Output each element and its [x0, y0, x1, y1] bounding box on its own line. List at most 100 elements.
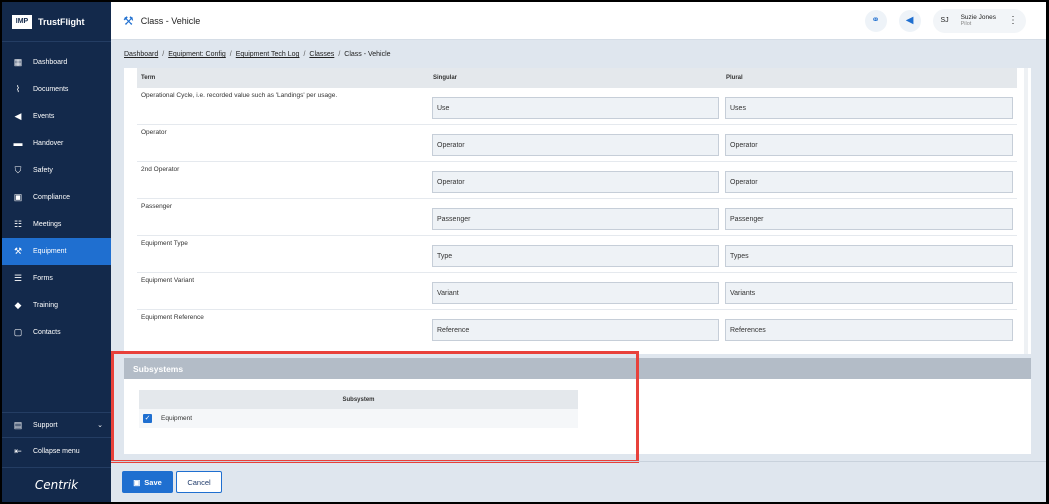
breadcrumb-separator: /	[162, 51, 165, 58]
chevron-down-icon: ⌄	[97, 422, 103, 429]
shield-icon: ⛉	[14, 165, 22, 175]
breadcrumb-classes[interactable]: Classes	[309, 51, 334, 58]
singular-input[interactable]: Reference	[432, 319, 719, 341]
support-label: Support	[33, 421, 58, 429]
singular-input[interactable]: Operator	[432, 134, 719, 156]
avatar: SJ	[934, 10, 955, 31]
page-title-wrap: ⚒ Class - Vehicle	[111, 14, 200, 28]
brand[interactable]: IMP TrustFlight	[2, 2, 111, 42]
user-text: Suzie Jones Pilot	[961, 14, 996, 27]
plural-input[interactable]: Types	[725, 245, 1013, 267]
megaphone-icon: ◀	[14, 111, 22, 121]
user-menu[interactable]: SJ Suzie Jones Pilot ⋮	[932, 8, 1026, 33]
table-row: Equipment Variant Variant Variants	[137, 273, 1017, 310]
highlight-annotation-box	[111, 351, 639, 463]
sidebar-item-training[interactable]: ◆ Training	[2, 292, 111, 319]
sidebar-item-events[interactable]: ◀ Events	[2, 103, 111, 130]
breadcrumb-separator: /	[303, 51, 306, 58]
save-icon: ▣	[133, 477, 141, 487]
breadcrumb-dashboard[interactable]: Dashboard	[124, 51, 158, 58]
top-header: ⚒ Class - Vehicle ⚭ ◀ SJ Suzie Jones Pil…	[111, 2, 1046, 40]
column-header-term: Term	[141, 75, 156, 81]
book-icon: ▤	[13, 419, 23, 430]
breadcrumb-separator: /	[229, 51, 232, 58]
brand-name: TrustFlight	[38, 16, 85, 27]
collapse-menu-button[interactable]: ⇤ Collapse menu	[2, 437, 111, 465]
contact-card-icon: ▢	[13, 327, 23, 337]
sidebar-item-compliance[interactable]: ▣ Compliance	[2, 184, 111, 211]
plural-input[interactable]: Variants	[725, 282, 1013, 304]
sidebar-item-contacts[interactable]: ▢ Contacts	[2, 319, 111, 346]
sidebar-item-label: Handover	[33, 140, 64, 147]
plural-input[interactable]: References	[725, 319, 1013, 341]
save-button[interactable]: ▣ Save	[122, 471, 173, 493]
sidebar-item-equipment[interactable]: ⚒ Equipment	[2, 238, 111, 265]
term-label: 2nd Operator	[141, 166, 180, 173]
user-role: Pilot	[960, 21, 972, 27]
clipboard-icon: ▣	[13, 192, 23, 202]
singular-input[interactable]: Operator	[432, 171, 719, 193]
term-label: Equipment Reference	[141, 314, 204, 321]
breadcrumb: Dashboard / Equipment: Config / Equipmen…	[124, 51, 391, 58]
sidebar-item-handover[interactable]: ▬ Handover	[2, 130, 111, 157]
sidebar-item-forms[interactable]: ☰ Forms	[2, 265, 111, 292]
column-header-singular: Singular	[433, 75, 458, 81]
term-label: Operator	[141, 129, 167, 136]
link-button[interactable]: ⚭	[864, 9, 887, 32]
singular-input[interactable]: Use	[432, 97, 719, 119]
save-label: Save	[144, 477, 162, 487]
sidebar-item-label: Documents	[33, 86, 69, 93]
wrench-icon: ⚒	[123, 13, 134, 28]
sidebar-nav: ▦ Dashboard ⌇ Documents ◀ Events ▬ Hando…	[2, 49, 111, 346]
sidebar-bottom: ▤ Support ⌄ ⇤ Collapse menu	[2, 412, 111, 465]
plural-input[interactable]: Operator	[725, 171, 1013, 193]
breadcrumb-equipment-tech-log[interactable]: Equipment Tech Log	[236, 51, 300, 58]
announcements-button[interactable]: ◀	[898, 9, 921, 32]
table-row: Operational Cycle, i.e. recorded value s…	[137, 88, 1017, 125]
sidebar-item-label: Contacts	[33, 329, 61, 336]
scrollbar[interactable]	[1024, 68, 1028, 354]
breadcrumb-current: Class - Vehicle	[344, 51, 391, 58]
plural-input[interactable]: Operator	[725, 134, 1013, 156]
plural-input[interactable]: Uses	[725, 97, 1013, 119]
user-name: Suzie Jones	[960, 14, 996, 21]
forms-icon: ☰	[13, 273, 23, 283]
kebab-menu-icon[interactable]: ⋮	[1008, 15, 1018, 26]
sidebar-item-label: Events	[33, 113, 55, 120]
plural-input[interactable]: Passenger	[725, 208, 1013, 230]
table-row: Equipment Type Type Types	[137, 236, 1017, 273]
sidebar-item-dashboard[interactable]: ▦ Dashboard	[2, 49, 111, 76]
footer-divider	[111, 461, 1046, 462]
sidebar-item-meetings[interactable]: ☷ Meetings	[2, 211, 111, 238]
page-title: Class - Vehicle	[140, 15, 201, 26]
wrench-icon: ⚒	[13, 246, 23, 256]
app-window: IMP TrustFlight ▦ Dashboard ⌇ Documents …	[2, 2, 1046, 502]
sidebar-item-safety[interactable]: ⛉ Safety	[2, 157, 111, 184]
support-menu[interactable]: ▤ Support ⌄	[2, 413, 111, 437]
collapse-icon: ⇤	[14, 446, 22, 456]
collapse-label: Collapse menu	[33, 448, 80, 455]
people-icon: ☷	[13, 219, 23, 229]
sidebar: IMP TrustFlight ▦ Dashboard ⌇ Documents …	[2, 2, 111, 502]
sidebar-item-label: Forms	[33, 275, 53, 282]
cancel-button[interactable]: Cancel	[176, 471, 222, 493]
term-label: Equipment Type	[141, 240, 188, 247]
sidebar-item-label: Meetings	[33, 221, 62, 228]
paperclip-icon: ⌇	[15, 84, 21, 94]
sidebar-item-label: Compliance	[33, 194, 70, 201]
sidebar-item-label: Safety	[33, 167, 53, 174]
sidebar-item-label: Training	[33, 302, 59, 309]
singular-input[interactable]: Type	[432, 245, 719, 267]
terms-card: Term Singular Plural Operational Cycle, …	[124, 68, 1031, 354]
term-label: Passenger	[141, 203, 173, 210]
singular-input[interactable]: Variant	[432, 282, 719, 304]
sidebar-item-documents[interactable]: ⌇ Documents	[2, 76, 111, 103]
inbox-icon: ▬	[13, 138, 23, 148]
table-row: Equipment Reference Reference References	[137, 310, 1017, 347]
link-icon: ⚭	[871, 15, 880, 26]
breadcrumb-equipment-config[interactable]: Equipment: Config	[168, 51, 226, 58]
megaphone-icon: ◀	[905, 15, 914, 26]
column-header-plural: Plural	[726, 75, 743, 81]
singular-input[interactable]: Passenger	[432, 208, 719, 230]
term-label: Equipment Variant	[141, 277, 194, 284]
